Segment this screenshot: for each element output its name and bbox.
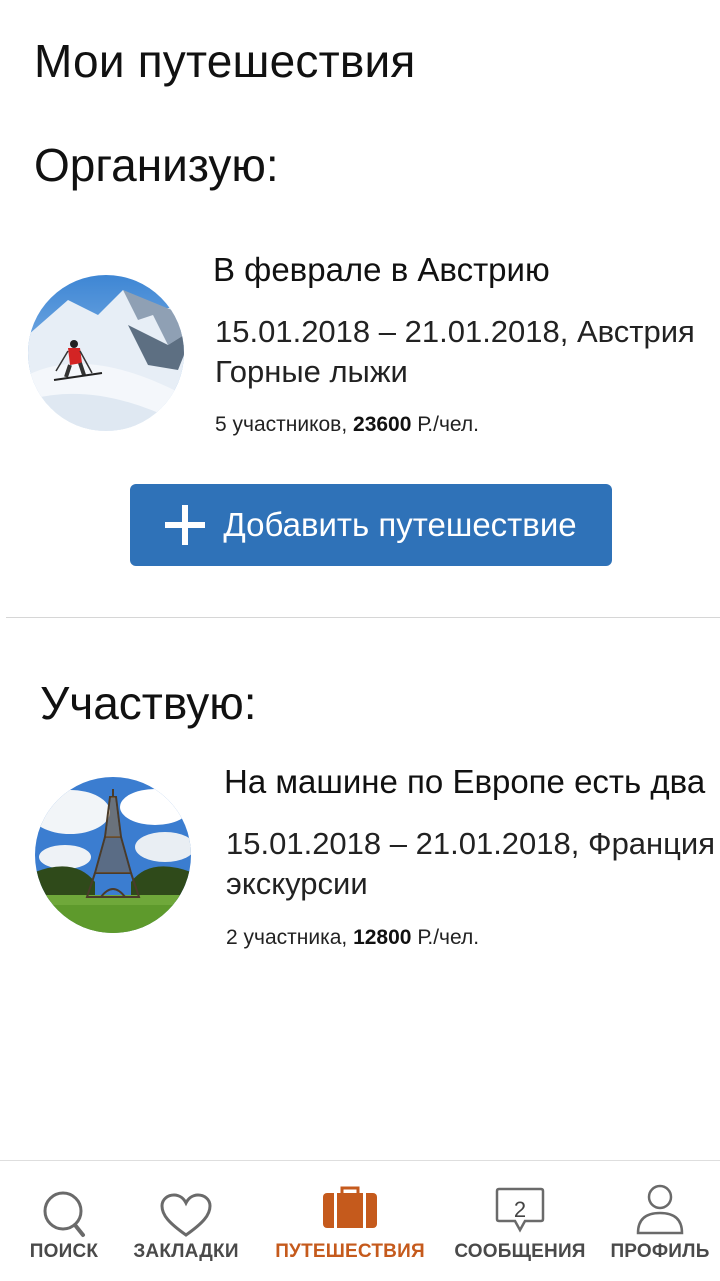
message-count-badge: 2 <box>513 1197 527 1222</box>
trip-title[interactable]: На машине по Европе есть два <box>224 763 705 801</box>
tab-label: ПРОФИЛЬ <box>610 1241 710 1262</box>
plus-icon <box>165 505 206 545</box>
trip-price: 12800 <box>353 926 412 949</box>
tab-bookmarks[interactable]: ЗАКЛАДКИ <box>126 1161 246 1281</box>
trip-category: Горные лыжи <box>215 354 408 389</box>
tab-messages[interactable]: 2 СООБЩЕНИЯ <box>450 1161 590 1281</box>
trip-title[interactable]: В феврале в Австрию <box>213 251 550 289</box>
trip-category: экскурсии <box>226 866 368 901</box>
tab-label: СООБЩЕНИЯ <box>454 1241 586 1262</box>
trip-photo-eiffel-tower <box>35 777 191 933</box>
section-divider <box>6 617 720 618</box>
user-icon <box>636 1184 684 1235</box>
tab-profile[interactable]: ПРОФИЛЬ <box>604 1161 716 1281</box>
tab-label: ПОИСК <box>29 1241 99 1262</box>
trip-stats: 2 участника, 12800 Р./чел. <box>226 926 479 950</box>
tab-trips[interactable]: ПУТЕШЕСТВИЯ <box>262 1161 438 1281</box>
trip-participants: 5 участников, <box>215 413 354 436</box>
section-title-participating: Участвую: <box>40 677 257 729</box>
tab-label: ПУТЕШЕСТВИЯ <box>275 1241 425 1262</box>
trip-price-unit: Р./чел. <box>411 926 480 949</box>
search-icon <box>43 1191 85 1237</box>
trip-participants: 2 участника, <box>226 926 354 949</box>
bottom-tab-bar: ПОИСК ЗАКЛАДКИ ПУТЕШЕСТВИЯ 2 СООБЩЕНИЯ П… <box>0 1160 720 1281</box>
section-title-organizing: Организую: <box>34 139 279 191</box>
add-trip-button-label: Добавить путешествие <box>223 506 577 543</box>
trip-dates-location: 15.01.2018 – 21.01.2018, Франция <box>226 826 716 861</box>
tab-search[interactable]: ПОИСК <box>14 1161 114 1281</box>
tab-label: ЗАКЛАДКИ <box>133 1241 239 1262</box>
trip-photo-skiing <box>28 275 184 431</box>
suitcase-icon <box>323 1186 377 1228</box>
trip-dates-location: 15.01.2018 – 21.01.2018, Австрия <box>215 314 695 349</box>
trip-price: 23600 <box>353 413 412 436</box>
trip-stats: 5 участников, 23600 Р./чел. <box>215 413 479 437</box>
add-trip-button[interactable]: Добавить путешествие <box>130 484 612 566</box>
message-icon: 2 <box>495 1187 545 1233</box>
trip-price-unit: Р./чел. <box>411 413 479 436</box>
heart-icon <box>160 1193 212 1237</box>
page-title: Мои путешествия <box>34 35 416 87</box>
